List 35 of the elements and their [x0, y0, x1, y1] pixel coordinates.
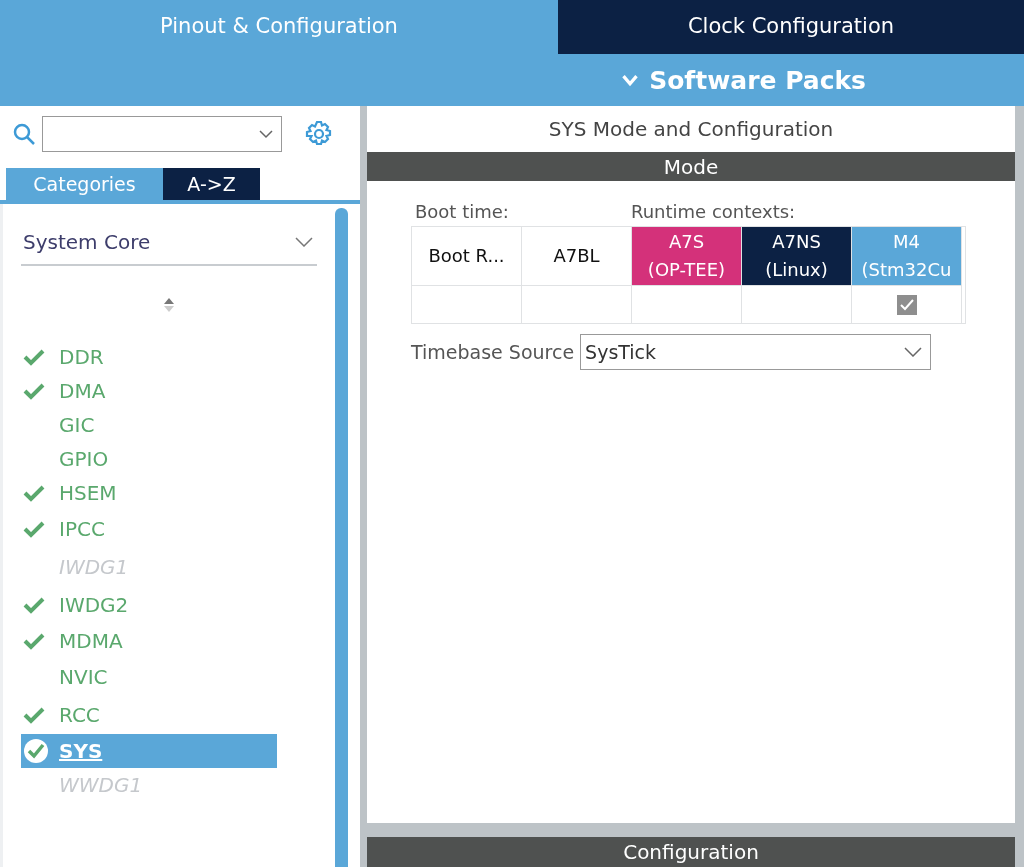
peripheral-item[interactable]: DDR [21, 340, 277, 374]
section-header: Mode [367, 152, 1015, 181]
runtime-contexts-label: Runtime contexts: [631, 201, 796, 222]
scrollbar[interactable] [335, 208, 348, 867]
category-dropdown[interactable]: System Core [21, 226, 317, 266]
peripheral-item[interactable]: IPCC [21, 510, 277, 548]
context-header: A7NS (Linux) [742, 227, 852, 285]
chevron-down-icon [295, 237, 313, 247]
search-field[interactable] [42, 116, 282, 152]
chevron-down-icon [621, 74, 640, 87]
search-icon [12, 122, 36, 146]
chevron-down-icon [904, 347, 923, 357]
software-packs-button[interactable]: Software Packs [621, 66, 866, 95]
timebase-label: Timebase Source [411, 341, 575, 363]
section-header: Configuration [367, 823, 1015, 867]
boot-time-label: Boot time: [415, 201, 510, 222]
view-tab[interactable]: Categories [6, 168, 163, 200]
view-tab[interactable]: A->Z [163, 168, 260, 200]
checkbox[interactable] [896, 294, 917, 315]
timebase-dropdown[interactable]: SysTick [580, 334, 932, 370]
peripheral-item[interactable]: NVIC [21, 658, 277, 696]
top-tab[interactable]: Clock Configuration [558, 0, 1024, 54]
peripheral-item[interactable]: IWDG2 [21, 586, 277, 624]
panel-title: SYS Mode and Configuration [547, 116, 835, 143]
context-header: A7S (OP-TEE) [632, 227, 742, 285]
peripheral-item[interactable]: DMA [21, 374, 277, 408]
peripheral-item[interactable]: MDMA [21, 624, 277, 658]
peripheral-item[interactable]: RCC [21, 696, 277, 734]
sort-icon[interactable] [163, 296, 175, 314]
peripheral-item[interactable]: HSEM [21, 476, 277, 510]
chevron-down-icon [259, 129, 273, 139]
peripheral-item[interactable]: GPIO [21, 442, 277, 476]
context-header: M4 (Stm32Cu [852, 227, 962, 285]
peripheral-item[interactable]: SYS [21, 734, 277, 768]
peripheral-item[interactable]: GIC [21, 408, 277, 442]
